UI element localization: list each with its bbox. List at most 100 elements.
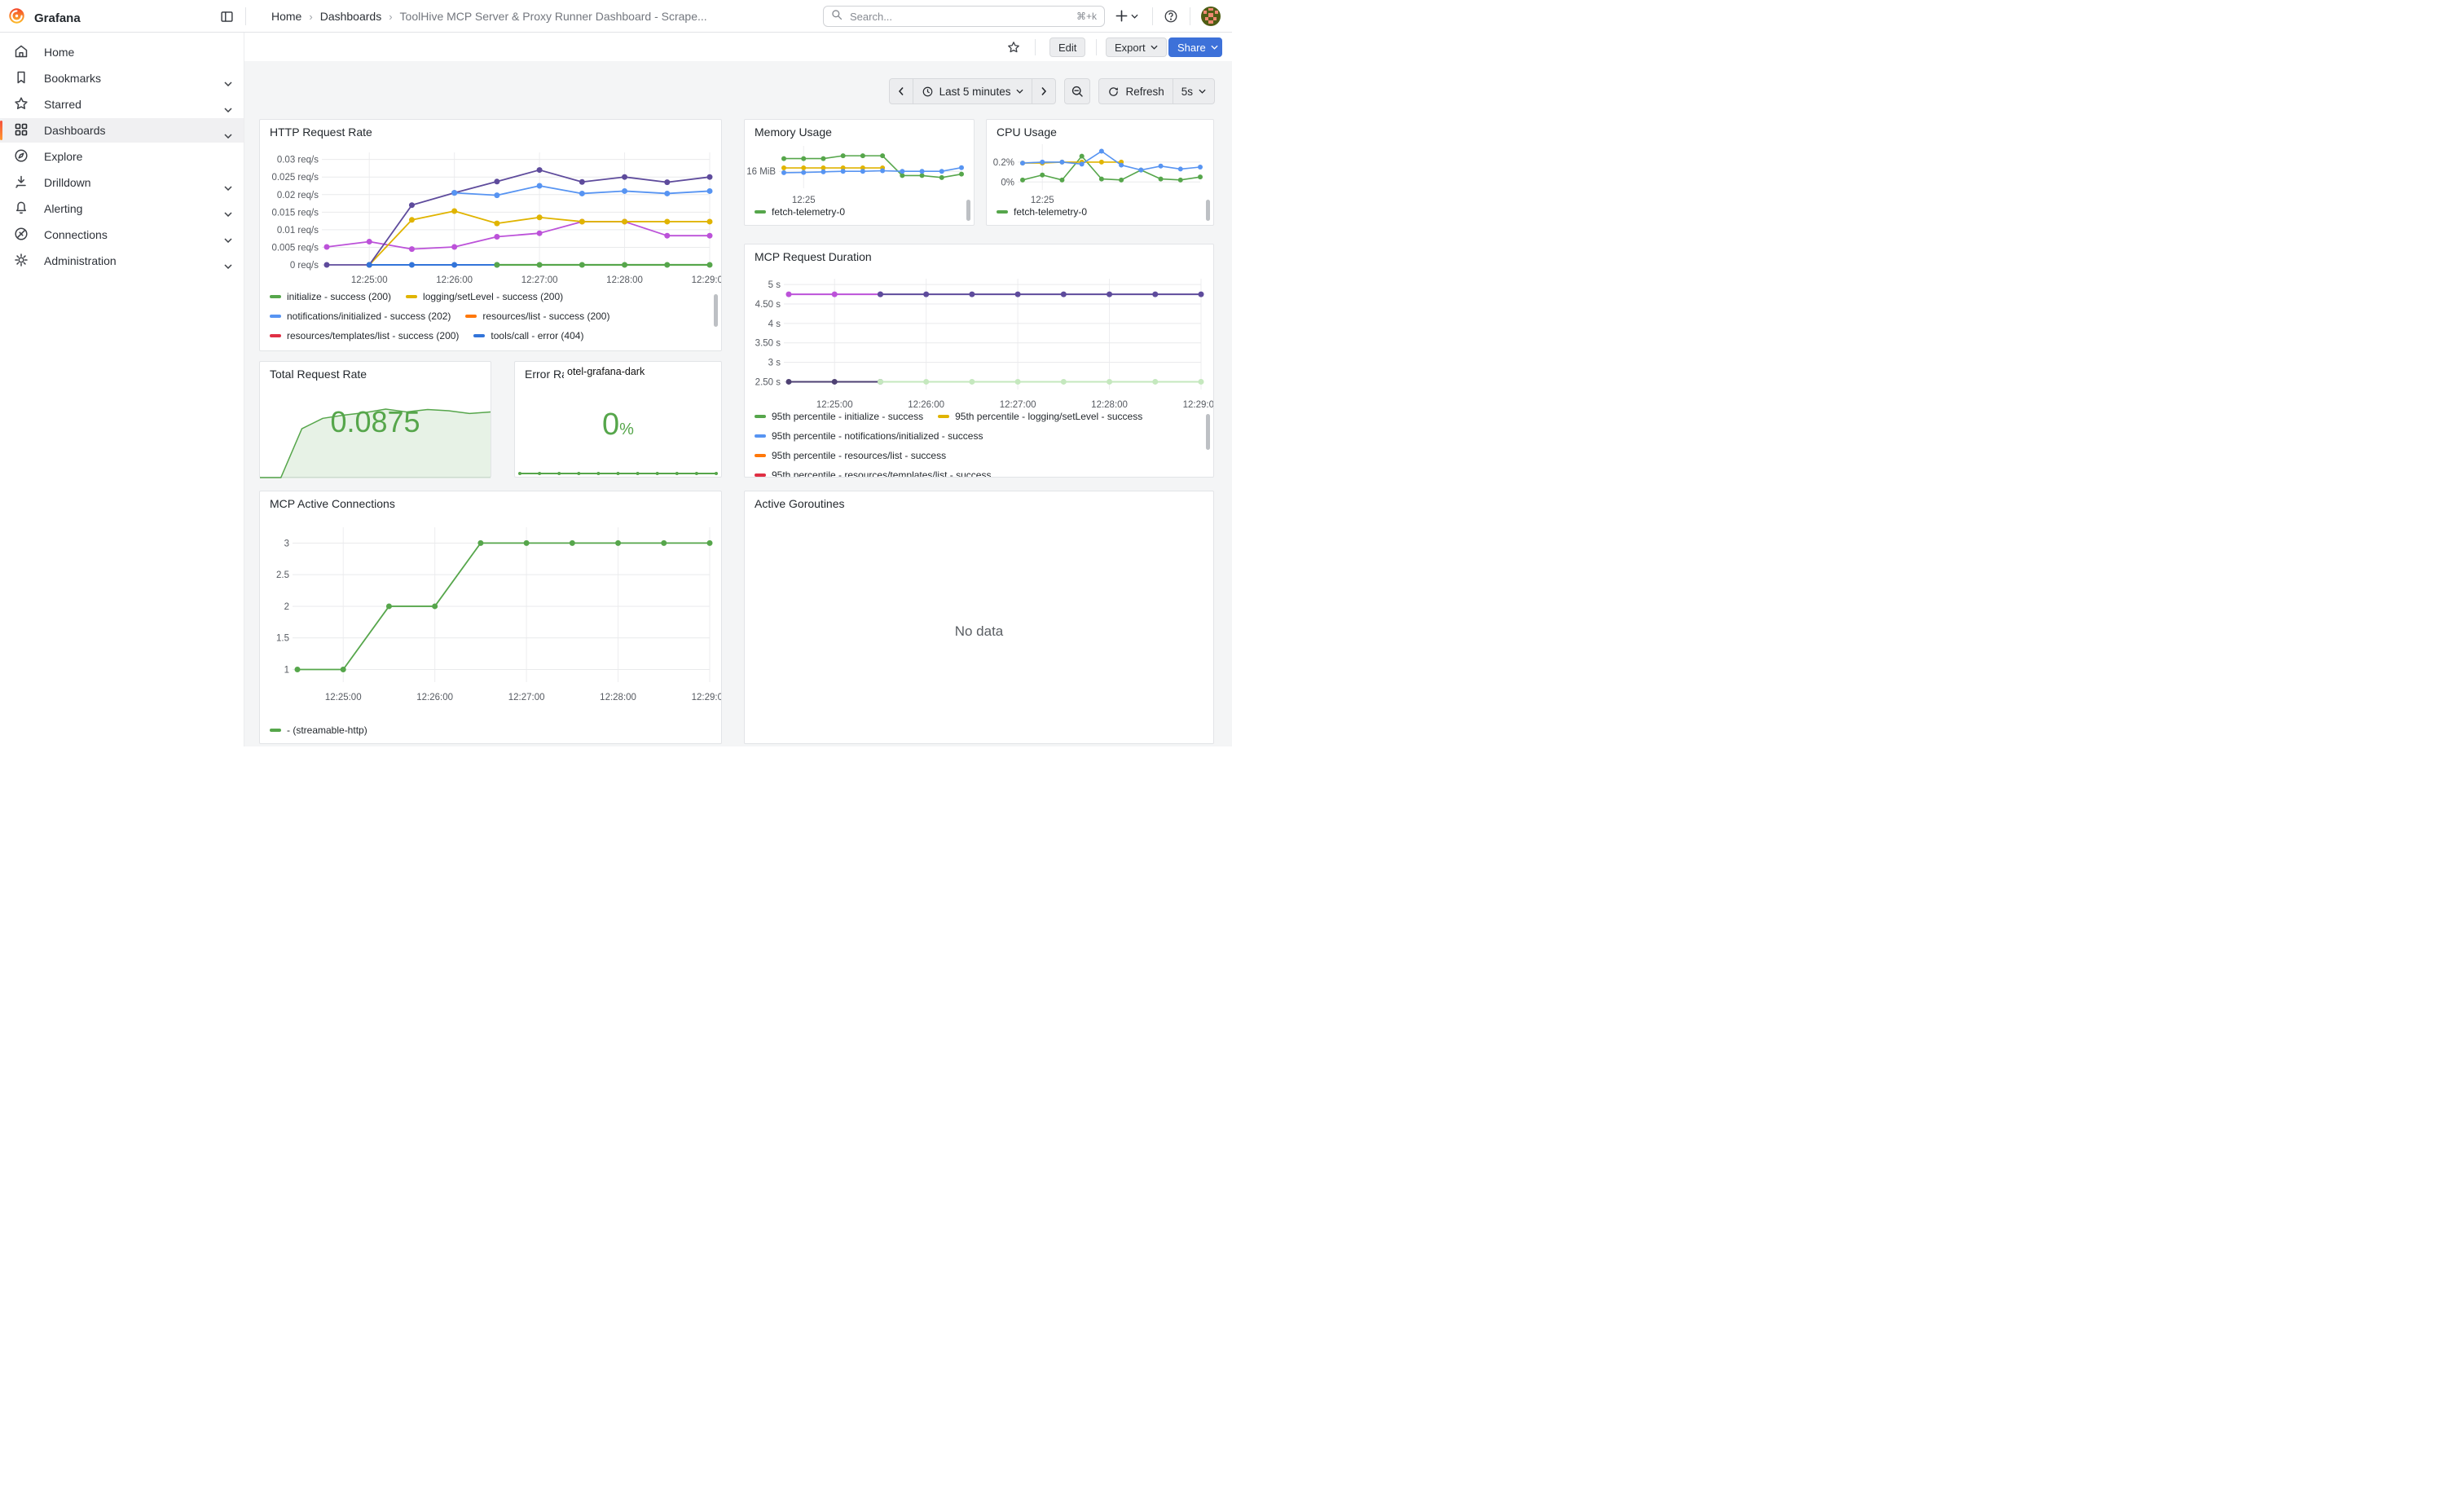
plug-icon [13, 226, 29, 244]
brand[interactable]: Grafana [8, 7, 81, 29]
legend-item[interactable]: logging/setLevel - success (200) [406, 291, 563, 302]
breadcrumb-home[interactable]: Home [271, 10, 301, 23]
legend-scrollbar[interactable] [1206, 414, 1210, 450]
chevron-down-icon[interactable] [224, 206, 232, 219]
refresh-interval-picker[interactable]: 5s [1173, 79, 1214, 103]
svg-text:12:28:00: 12:28:00 [606, 275, 643, 285]
panel-title[interactable]: MCP Request Duration [755, 250, 872, 263]
chevron-down-icon[interactable] [224, 128, 232, 141]
legend-swatch [755, 454, 766, 457]
chevron-down-icon[interactable] [224, 232, 232, 245]
actions-divider [1096, 39, 1097, 55]
zoom-out-icon[interactable] [1064, 78, 1090, 104]
legend-item[interactable]: tools/call - error (404) [473, 330, 583, 341]
chevron-down-icon[interactable] [224, 258, 232, 271]
connections-legend: - (streamable-http) [270, 724, 710, 741]
avatar[interactable] [1201, 7, 1221, 26]
legend-label: 95th percentile - resources/templates/li… [772, 469, 991, 477]
legend-item[interactable]: 95th percentile - resources/list - succe… [755, 450, 946, 461]
sidebar-item-dashboards[interactable]: Dashboards [0, 118, 244, 143]
add-button[interactable] [1115, 9, 1138, 23]
error-rate-value: 0% [515, 409, 721, 440]
svg-text:12:29:00: 12:29:00 [692, 275, 721, 285]
legend-item[interactable]: - (streamable-http) [270, 724, 367, 736]
edit-button[interactable]: Edit [1049, 37, 1085, 57]
panel-title[interactable]: Active Goroutines [755, 497, 845, 510]
datasource-tooltip: otel-grafana-dark [564, 365, 648, 378]
time-range-picker[interactable]: Last 5 minutes [913, 79, 1032, 103]
panel-title[interactable]: CPU Usage [997, 126, 1057, 139]
sidebar-item-home[interactable]: Home [0, 40, 244, 64]
panel-title[interactable]: Memory Usage [755, 126, 832, 139]
duration-legend: 95th percentile - initialize - success 95… [755, 411, 1202, 477]
legend-swatch [997, 210, 1008, 214]
sidebar-item-explore[interactable]: Explore [0, 144, 244, 169]
legend-label: initialize - success (200) [287, 291, 391, 302]
panel-title[interactable]: Total Request Rate [270, 368, 367, 381]
time-range-group: Last 5 minutes [889, 78, 1057, 104]
legend-label: tools/call - error (404) [491, 330, 583, 341]
http-request-rate-chart[interactable]: 12:25:0012:26:0012:27:0012:28:0012:29:00… [260, 144, 721, 300]
breadcrumb-dashboards[interactable]: Dashboards [320, 10, 382, 23]
svg-text:12:28:00: 12:28:00 [1091, 400, 1128, 410]
help-icon[interactable] [1164, 9, 1178, 24]
breadcrumb: Home › Dashboards › ToolHive MCP Server … [271, 0, 707, 33]
export-button[interactable]: Export [1106, 37, 1167, 57]
mcp-request-duration-chart[interactable]: 12:25:0012:26:0012:27:0012:28:0012:29:00… [745, 269, 1213, 428]
compass-icon [13, 148, 29, 166]
refresh-icon [1107, 86, 1120, 98]
svg-text:0%: 0% [1001, 178, 1014, 187]
header-divider [245, 7, 246, 25]
legend-label: notifications/initialized - success (202… [287, 310, 451, 322]
memory-usage-chart[interactable]: 12:2516 MiB [745, 139, 974, 214]
legend-item[interactable]: fetch-telemetry-0 [997, 206, 1087, 218]
sidebar-item-alerting[interactable]: Alerting [0, 196, 244, 221]
sidebar-item-connections[interactable]: Connections [0, 222, 244, 247]
sidebar-item-drilldown[interactable]: Drilldown [0, 170, 244, 195]
legend-item[interactable]: initialize - success (200) [270, 291, 391, 302]
legend-item[interactable]: resources/templates/list - success (200) [270, 330, 459, 341]
favorite-star-icon[interactable] [1006, 40, 1021, 55]
refresh-button[interactable]: Refresh [1099, 79, 1172, 103]
legend-item[interactable]: 95th percentile - notifications/initiali… [755, 430, 983, 442]
panel-title[interactable]: MCP Active Connections [270, 497, 395, 510]
share-menu-chevron[interactable] [1206, 37, 1222, 57]
refresh-group: Refresh 5s [1098, 78, 1215, 104]
cpu-usage-chart[interactable]: 12:250.2%0% [987, 139, 1213, 214]
total-request-rate-value: 0.0875 [260, 407, 491, 437]
time-back-button[interactable] [890, 79, 913, 103]
legend-swatch [755, 415, 766, 418]
drilldown-icon [13, 174, 29, 192]
svg-text:12:26:00: 12:26:00 [416, 693, 453, 702]
legend-item[interactable]: fetch-telemetry-0 [755, 206, 845, 218]
search-icon [831, 9, 843, 24]
legend-label: logging/setLevel - success (200) [423, 291, 563, 302]
legend-scrollbar[interactable] [714, 294, 718, 327]
sidebar-toggle-icon[interactable] [220, 10, 234, 24]
panel-title[interactable]: HTTP Request Rate [270, 126, 372, 139]
legend-item[interactable]: 95th percentile - logging/setLevel - suc… [938, 411, 1142, 422]
legend-scrollbar[interactable] [966, 200, 970, 221]
sidebar-item-label: Explore [44, 150, 82, 163]
svg-text:12:27:00: 12:27:00 [508, 693, 545, 702]
legend-label: 95th percentile - resources/list - succe… [772, 450, 946, 461]
legend-swatch [755, 210, 766, 214]
clock-icon [922, 86, 934, 98]
legend-item[interactable]: notifications/initialized - success (202… [270, 310, 451, 322]
chevron-down-icon[interactable] [224, 76, 232, 89]
legend-item[interactable]: 95th percentile - resources/templates/li… [755, 469, 991, 477]
sidebar-item-administration[interactable]: Administration [0, 249, 244, 273]
chevron-down-icon[interactable] [224, 102, 232, 115]
sidebar-item-bookmarks[interactable]: Bookmarks [0, 66, 244, 90]
legend-item[interactable]: 95th percentile - initialize - success [755, 411, 923, 422]
search-box[interactable]: ⌘+k [823, 6, 1105, 27]
chevron-down-icon[interactable] [224, 180, 232, 193]
legend-scrollbar[interactable] [1206, 200, 1210, 221]
mcp-active-connections-chart[interactable]: 12:25:0012:26:0012:27:0012:28:0012:29:00… [260, 519, 721, 724]
panel-total-request-rate: Total Request Rate 0.0875 [259, 361, 491, 478]
chevron-down-icon [1199, 89, 1206, 94]
time-forward-button[interactable] [1032, 79, 1055, 103]
search-input[interactable] [848, 10, 1071, 24]
legend-item[interactable]: resources/list - success (200) [465, 310, 609, 322]
sidebar-item-starred[interactable]: Starred [0, 92, 244, 117]
